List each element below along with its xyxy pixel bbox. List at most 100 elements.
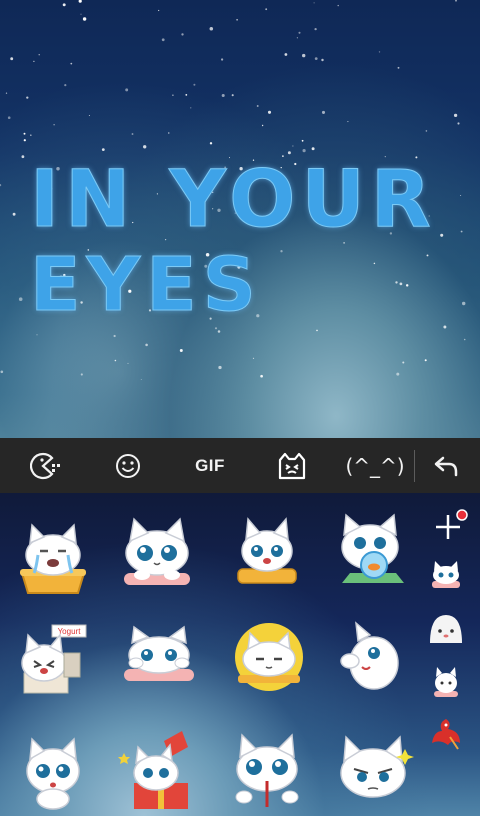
star [114, 359, 117, 362]
cat-sun-sticker[interactable] [224, 617, 314, 707]
star [314, 27, 317, 31]
star [298, 31, 301, 34]
star [405, 284, 409, 287]
star [21, 155, 25, 159]
kaomoji-label: (^_^) [345, 453, 405, 478]
cat-peeking-sticker[interactable] [114, 619, 204, 709]
star [296, 37, 299, 39]
star [209, 26, 214, 31]
cat-yogurt-sign-sticker[interactable]: Yogurt [12, 619, 102, 709]
star [26, 96, 29, 99]
cat-white-pack-icon[interactable] [428, 663, 464, 699]
cat-holding-bowl-sticker[interactable] [222, 511, 312, 601]
tab-emoji-pack[interactable] [22, 438, 70, 493]
sticker-cat-icon [278, 452, 306, 479]
star [424, 359, 427, 362]
star [23, 132, 26, 135]
star [190, 107, 192, 109]
star [140, 378, 142, 381]
pacman-emoji-icon [30, 452, 60, 479]
cat-grumpy-sticker[interactable] [328, 727, 418, 816]
star [82, 17, 87, 21]
star [145, 343, 148, 347]
star [313, 2, 315, 4]
star [460, 230, 463, 233]
star [256, 105, 259, 107]
cat-pack-icon[interactable] [428, 557, 464, 593]
cat-surprised-sticker[interactable] [8, 729, 98, 816]
star [161, 38, 165, 42]
star [78, 0, 82, 3]
star [316, 329, 318, 332]
star [80, 13, 82, 15]
tab-kaomoji[interactable]: (^_^) [345, 438, 405, 493]
star [425, 130, 428, 132]
wallpaper-preview: IN YOUR EYES [0, 0, 480, 438]
tab-gif[interactable]: GIF [182, 438, 238, 493]
star [292, 145, 294, 147]
star [218, 365, 222, 370]
star [347, 121, 349, 123]
star [38, 54, 40, 56]
cat-big-eyes-sticker[interactable] [112, 509, 202, 599]
cat-with-fish-bowl-sticker[interactable] [328, 509, 418, 599]
star [396, 372, 400, 376]
star [217, 330, 221, 333]
cat-waving-sticker[interactable] [326, 617, 416, 707]
gif-label: GIF [195, 455, 225, 475]
ghost-pack-icon[interactable] [426, 609, 466, 649]
star [80, 373, 83, 376]
back-arrow-icon [434, 456, 458, 476]
back-button[interactable] [424, 438, 468, 493]
wallpaper-title-line1: IN YOUR [30, 155, 437, 245]
star [62, 3, 66, 7]
star [10, 57, 14, 61]
star [301, 139, 304, 142]
star [131, 133, 134, 135]
star [457, 122, 460, 125]
cat-crying-in-bowl-sticker[interactable] [8, 511, 98, 601]
star [463, 338, 466, 341]
star [399, 282, 403, 286]
star [321, 58, 324, 62]
star [88, 114, 90, 117]
star [33, 60, 35, 63]
star [53, 124, 55, 126]
star [455, 0, 457, 2]
dragon-pack-icon[interactable] [426, 713, 466, 753]
cat-crying-sticker[interactable] [222, 727, 312, 816]
star [302, 149, 306, 153]
star [158, 9, 160, 12]
star [113, 334, 116, 338]
star [284, 53, 288, 56]
star [36, 334, 38, 336]
cat-gift-box-sticker[interactable] [116, 727, 206, 816]
star [402, 361, 405, 364]
star [426, 254, 429, 257]
smiley-icon [116, 453, 140, 478]
star [209, 142, 213, 145]
star [287, 151, 291, 155]
star [373, 262, 376, 265]
add-pack-icon[interactable] [430, 507, 470, 547]
star [0, 184, 2, 187]
star [70, 62, 73, 65]
wallpaper-title-line2: EYES [30, 242, 262, 328]
star [395, 281, 398, 284]
star [127, 362, 129, 364]
star [236, 18, 238, 21]
star [231, 94, 234, 97]
tab-stickers[interactable] [268, 438, 316, 493]
star [453, 113, 458, 118]
star [440, 233, 444, 237]
star [64, 84, 67, 87]
star [265, 8, 268, 11]
tab-emoji[interactable] [104, 438, 152, 493]
star [302, 53, 306, 58]
star [143, 145, 147, 149]
star [168, 132, 170, 134]
star [12, 212, 16, 216]
star [101, 148, 105, 151]
star [125, 88, 129, 92]
star [461, 301, 466, 306]
